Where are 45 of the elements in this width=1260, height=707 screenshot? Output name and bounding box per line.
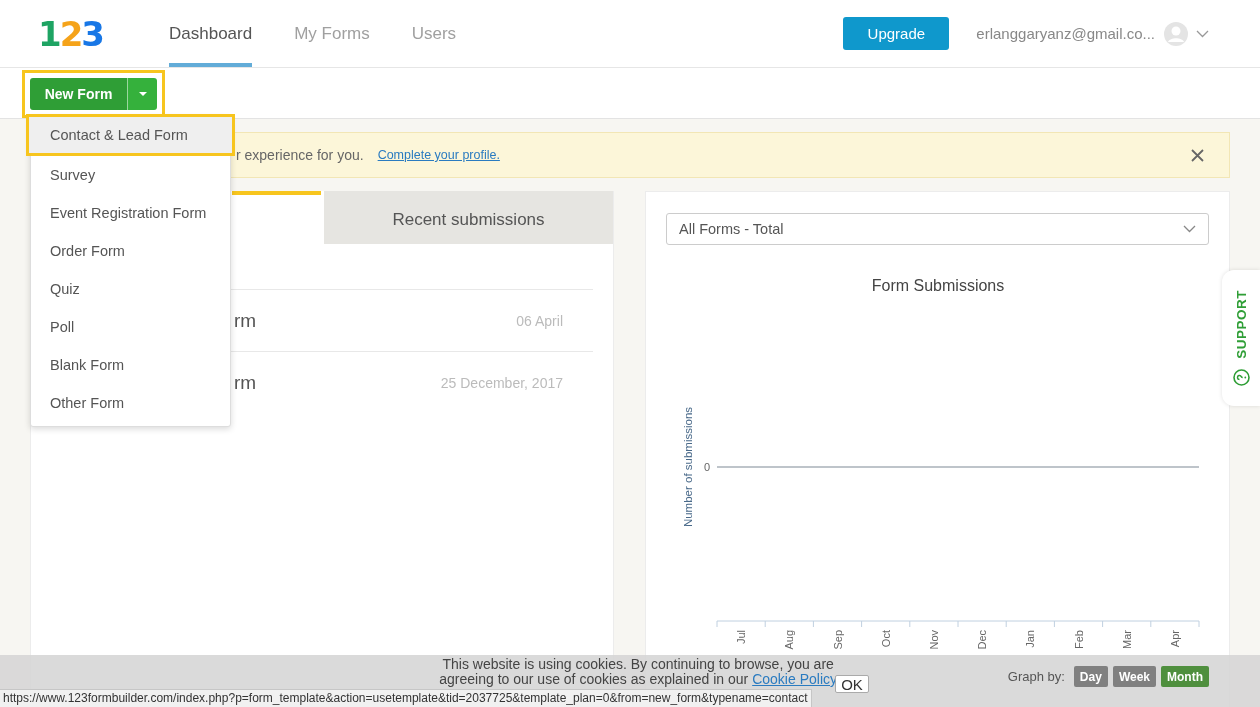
tick-label: 0 xyxy=(703,461,710,473)
form-name[interactable]: rm xyxy=(234,371,257,394)
tick-label: Jan xyxy=(1024,630,1037,648)
tick-label: Sep xyxy=(831,630,844,650)
avatar-icon xyxy=(1164,21,1188,46)
chevron-down-icon xyxy=(1196,29,1209,38)
tab[interactable]: Recent submissions xyxy=(324,191,613,244)
notice-text: r experience for you. xyxy=(236,147,364,163)
account-email[interactable]: erlanggaryanz@gmail.co... xyxy=(976,25,1155,42)
tick-label: Oct xyxy=(879,630,892,648)
menu-item[interactable]: Contact & Lead Form xyxy=(26,114,235,156)
menu-item[interactable]: Blank Form xyxy=(31,346,230,384)
form-name[interactable]: rm xyxy=(234,309,257,332)
menu-item[interactable]: Poll xyxy=(31,308,230,346)
tick-label: Feb xyxy=(1072,630,1085,649)
menu-item[interactable]: Order Form xyxy=(31,232,230,270)
period-button[interactable]: Week xyxy=(1112,666,1156,687)
tick-label: Dec xyxy=(976,630,989,650)
menu-item[interactable]: Other Form xyxy=(31,384,230,422)
menu-item[interactable]: Quiz xyxy=(31,270,230,308)
chevron-down-icon xyxy=(1183,225,1196,233)
close-icon xyxy=(1191,148,1204,162)
status-url: https://www.123formbuilder.com/index.php?p=form_template&action=usetemplate&tid=2037725&template_plan=0&from=new_form&typename=contact xyxy=(3,691,808,705)
ok-button[interactable]: OK xyxy=(835,675,869,693)
period-button[interactable]: Month xyxy=(1161,666,1209,687)
axis-title: Number of submissions xyxy=(682,406,694,528)
form-select[interactable]: All Forms - Total xyxy=(666,213,1209,245)
menu-item[interactable]: Event Registration Form xyxy=(31,194,230,232)
tick-label: Nov xyxy=(927,630,940,650)
tick-label: Mar xyxy=(1120,630,1133,649)
tick-label: Aug xyxy=(783,630,796,650)
tick-label: Apr xyxy=(1168,630,1181,648)
graph-by-label: Graph by: xyxy=(1007,669,1065,684)
chart-title: Form Submissions xyxy=(871,277,1005,294)
logo: 123 xyxy=(38,13,104,54)
profile-link[interactable]: Complete your profile. xyxy=(377,148,500,162)
form-date: 25 December, 2017 xyxy=(440,374,563,391)
menu-item[interactable]: Survey xyxy=(31,156,230,194)
form-date: 06 April xyxy=(516,312,563,329)
new-form-button[interactable]: New Form xyxy=(30,78,127,110)
help-icon xyxy=(1232,368,1250,386)
period-button[interactable]: Day xyxy=(1073,666,1108,687)
tick-label: Jul xyxy=(735,630,748,645)
caret-down-icon xyxy=(138,92,147,96)
dropdown-toggle-button[interactable] xyxy=(127,78,157,110)
